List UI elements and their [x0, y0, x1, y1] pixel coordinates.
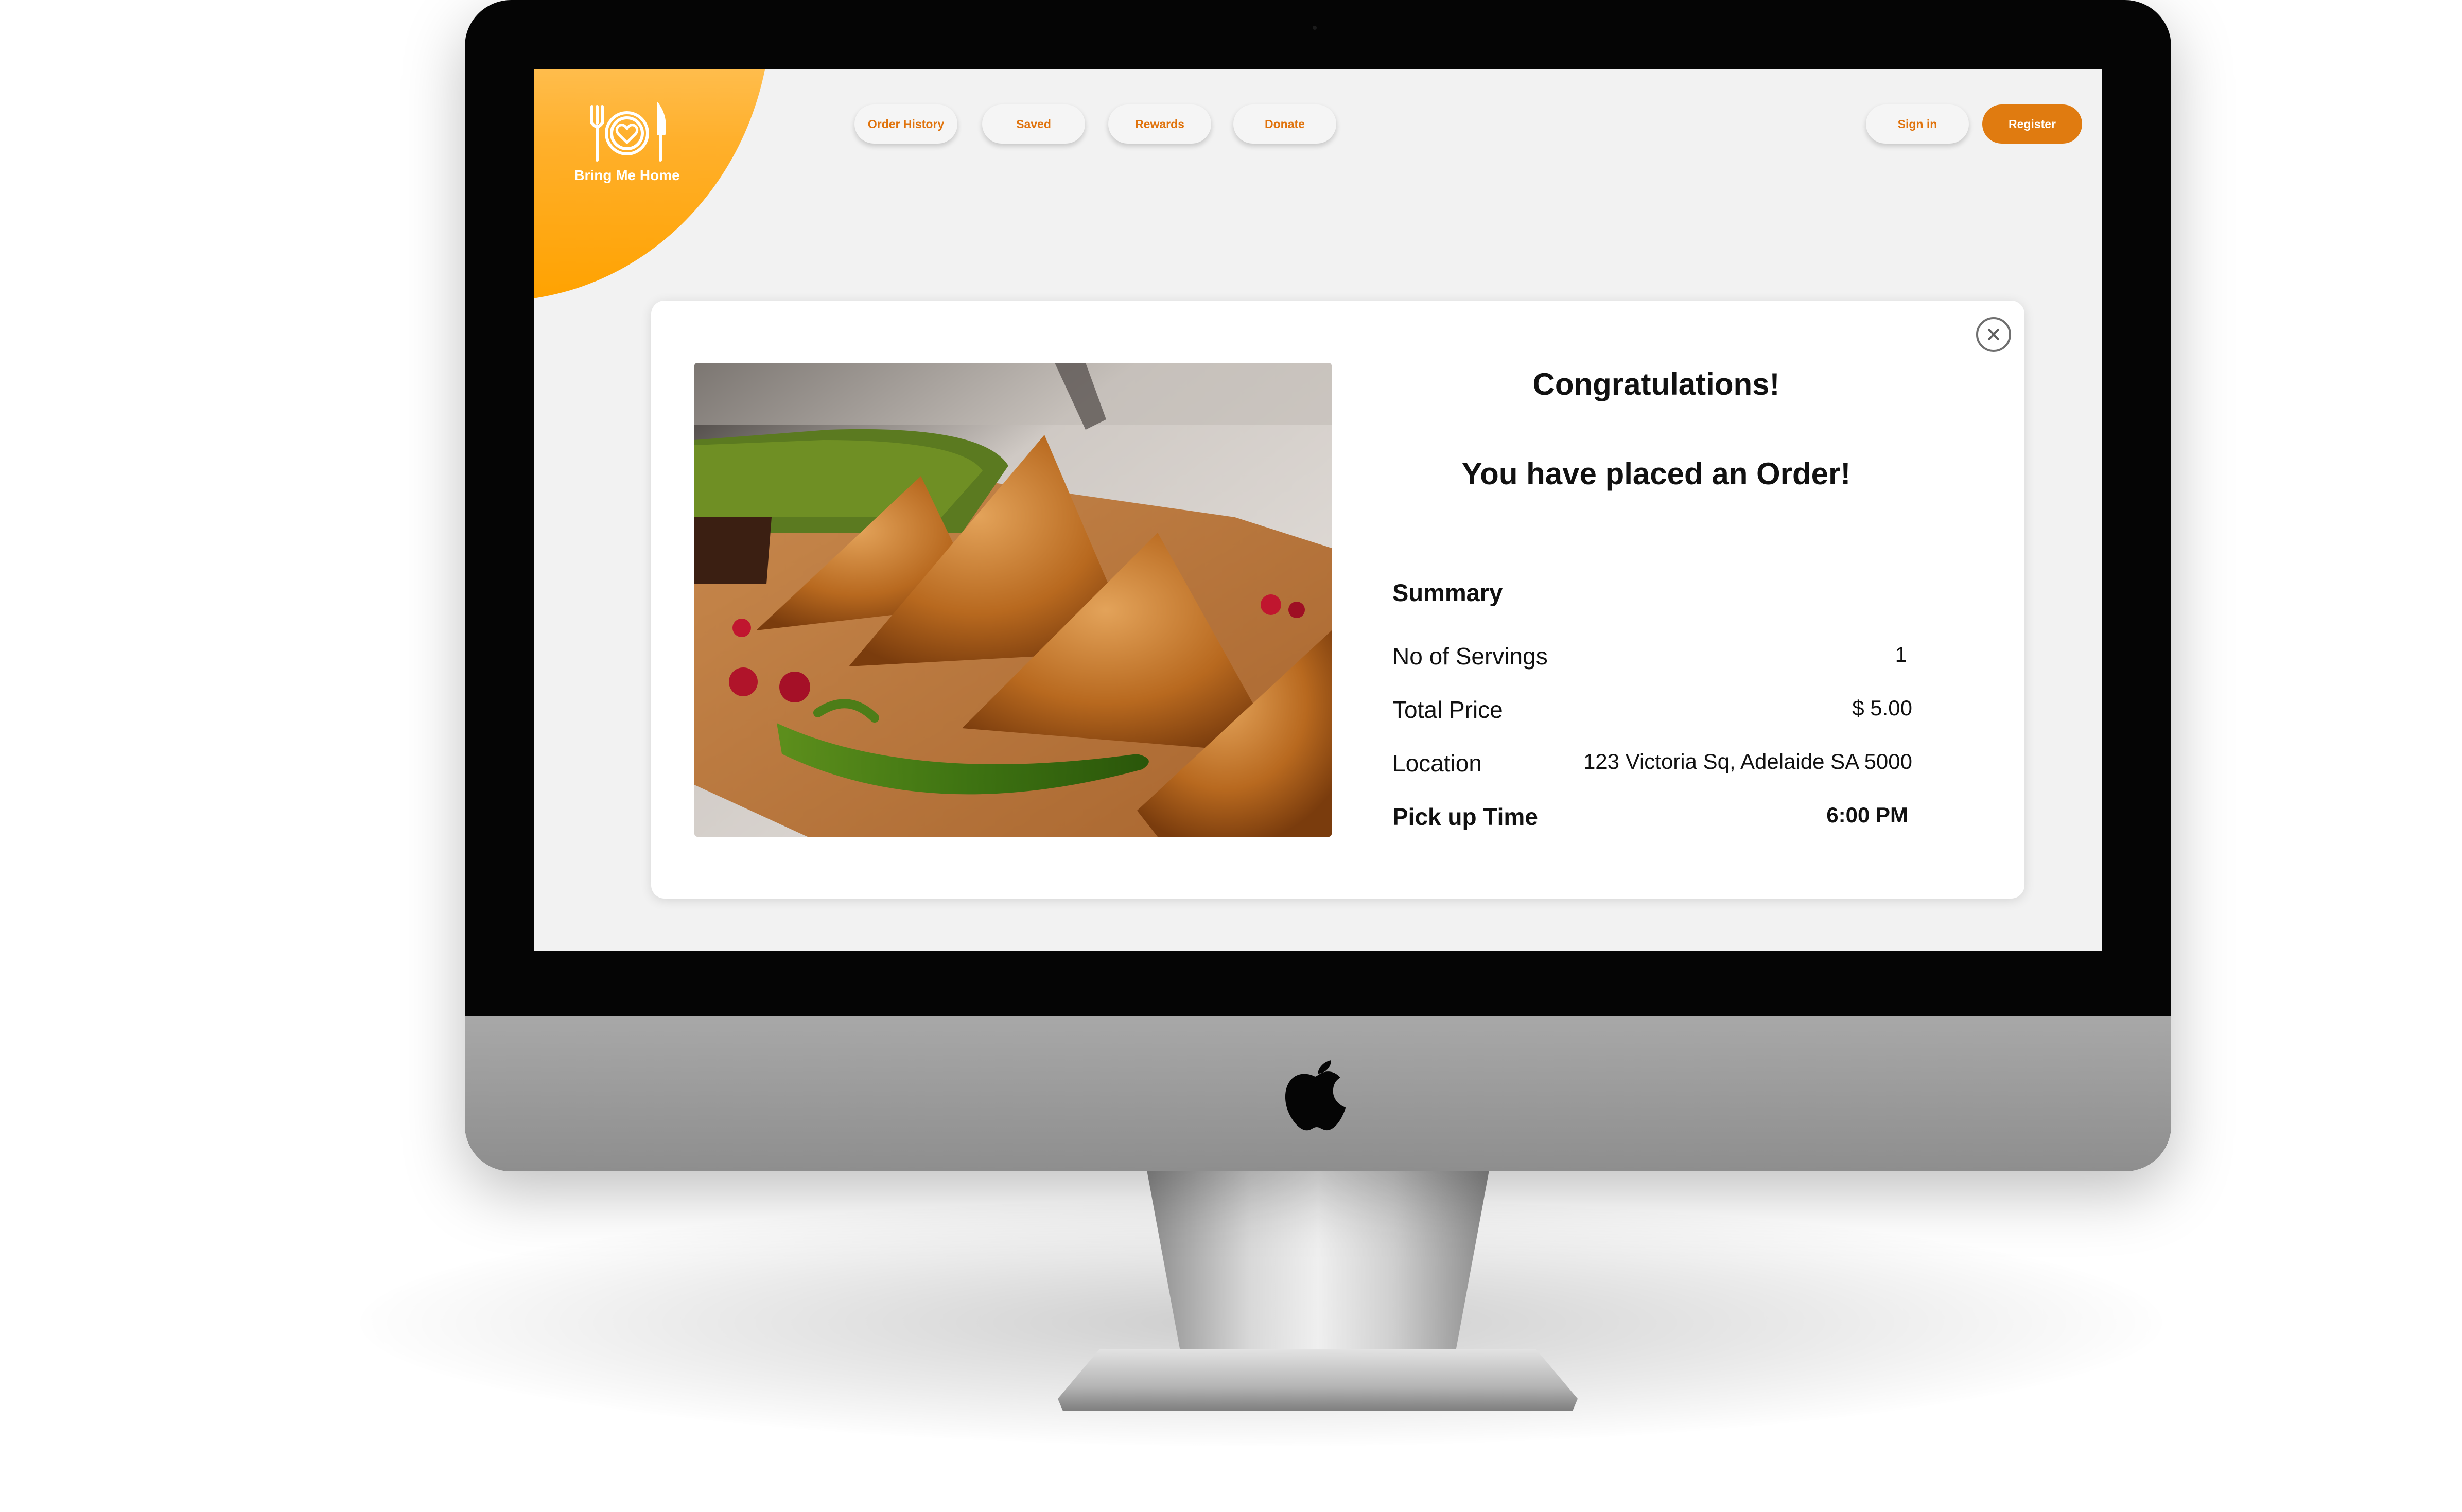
pickup-time-label: Pick up Time — [1392, 803, 1538, 830]
total-price-label: Total Price — [1392, 696, 1503, 723]
brand-logo[interactable]: Bring Me Home — [565, 102, 689, 184]
nav-saved[interactable]: Saved — [982, 104, 1085, 144]
modal-subtitle: You have placed an Order! — [1461, 456, 1851, 491]
brand-name: Bring Me Home — [574, 167, 680, 183]
summary-row-total-price: Total Price $ 5.00 — [1392, 696, 1912, 727]
monitor-foot — [1058, 1349, 1578, 1411]
apple-icon — [1285, 1060, 1346, 1131]
summary-row-servings: No of Servings 1 — [1392, 642, 1912, 673]
monitor-stand — [1147, 1170, 1489, 1356]
camera-dot — [1313, 26, 1317, 30]
pickup-time-value: 6:00 PM — [1826, 803, 1908, 827]
total-price-value: $ 5.00 — [1852, 696, 1912, 720]
close-circle-icon — [1988, 329, 1999, 340]
register-button[interactable]: Register — [1982, 104, 2082, 144]
samosa-food-photo — [694, 363, 1332, 837]
summary-row-pickup-time: Pick up Time 6:00 PM — [1392, 803, 1912, 834]
nav-order-history[interactable]: Order History — [854, 104, 957, 144]
plate-heart-cutlery-icon — [590, 102, 666, 162]
summary-heading: Summary — [1392, 579, 1503, 606]
app-screen: Bring Me Home Order History Saved Reward… — [534, 69, 2102, 951]
nav-rewards[interactable]: Rewards — [1108, 104, 1211, 144]
close-button[interactable] — [1976, 317, 2011, 352]
servings-value: 1 — [1895, 642, 1907, 666]
modal-title: Congratulations! — [1532, 367, 1780, 401]
nav-donate[interactable]: Donate — [1233, 104, 1336, 144]
location-value: 123 Victoria Sq, Adelaide SA 5000 — [1583, 749, 1912, 773]
servings-label: No of Servings — [1392, 643, 1548, 670]
summary-row-location: Location 123 Victoria Sq, Adelaide SA 50… — [1392, 749, 1912, 780]
sign-in-button[interactable]: Sign in — [1866, 104, 1969, 144]
order-confirmation-modal: Congratulations! You have placed an Orde… — [651, 301, 2024, 899]
imac-monitor: Bring Me Home Order History Saved Reward… — [465, 0, 2171, 1171]
location-label: Location — [1392, 750, 1482, 777]
